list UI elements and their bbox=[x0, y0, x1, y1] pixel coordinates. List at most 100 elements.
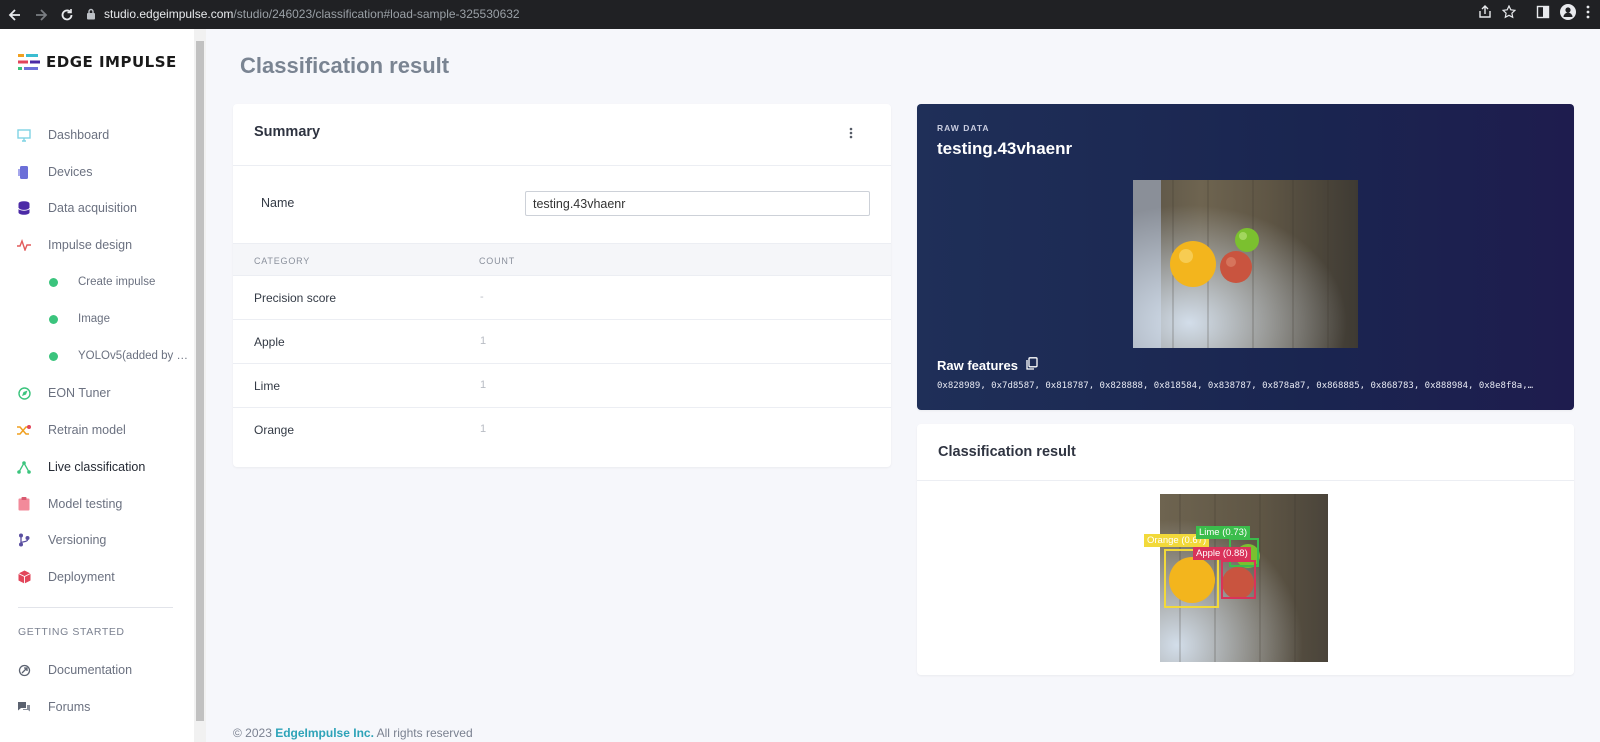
kebab-menu-icon[interactable] bbox=[849, 126, 859, 140]
shuffle-icon bbox=[17, 423, 31, 437]
side-panel-icon[interactable] bbox=[1536, 5, 1550, 24]
table-row: Orange 1 bbox=[233, 408, 891, 452]
sidebar-item-impulse-design[interactable]: Impulse design bbox=[0, 229, 194, 261]
profile-icon[interactable] bbox=[1560, 4, 1576, 25]
lock-icon bbox=[86, 8, 96, 20]
bookmark-star-icon[interactable] bbox=[1501, 4, 1517, 24]
column-header-count: COUNT bbox=[479, 256, 515, 266]
sidebar-item-create-impulse[interactable]: Create impulse bbox=[0, 266, 194, 298]
branch-icon bbox=[17, 533, 31, 547]
forum-icon bbox=[17, 700, 31, 714]
compass-icon bbox=[17, 386, 31, 400]
sidebar-item-label: Versioning bbox=[48, 533, 107, 547]
raw-features-heading: Raw features bbox=[937, 357, 1038, 373]
more-menu-icon[interactable] bbox=[1586, 5, 1590, 24]
sidebar-item-label: Live classification bbox=[48, 460, 146, 474]
share-icon[interactable] bbox=[1478, 5, 1492, 24]
sidebar-item-documentation[interactable]: Documentation bbox=[0, 654, 194, 686]
getting-started-heading: GETTING STARTED bbox=[18, 626, 125, 638]
page-title: Classification result bbox=[240, 53, 450, 78]
raw-sample-image bbox=[1133, 180, 1358, 348]
sidebar-item-live-classification[interactable]: Live classification bbox=[0, 451, 194, 483]
sidebar-item-label: Devices bbox=[48, 165, 93, 179]
sidebar-item-data-acquisition[interactable]: Data acquisition bbox=[0, 192, 194, 224]
card-divider bbox=[917, 480, 1574, 481]
name-label: Name bbox=[261, 196, 295, 210]
reload-icon[interactable] bbox=[56, 4, 78, 26]
row-count: 1 bbox=[480, 423, 487, 435]
logo-mark-icon bbox=[18, 54, 40, 70]
chip-icon bbox=[17, 165, 31, 179]
row-count: - bbox=[480, 291, 484, 303]
sidebar-item-label: Dashboard bbox=[48, 128, 110, 142]
box-icon bbox=[17, 570, 31, 584]
row-category: Precision score bbox=[254, 291, 337, 305]
clipboard-icon bbox=[17, 497, 31, 511]
sidebar-item-label: EON Tuner bbox=[48, 386, 111, 400]
sidebar-item-model-testing[interactable]: Model testing bbox=[0, 488, 194, 520]
sidebar-item-image[interactable]: Image bbox=[0, 303, 194, 335]
docs-icon bbox=[17, 663, 31, 677]
raw-features-label: Raw features bbox=[937, 357, 1018, 373]
edge-impulse-logo[interactable]: EDGE IMPULSE bbox=[18, 53, 177, 71]
table-row: Precision score - bbox=[233, 276, 891, 320]
table-row: Apple 1 bbox=[233, 320, 891, 364]
sidebar-scrollbar[interactable] bbox=[194, 29, 206, 742]
footer: © 2023 EdgeImpulse Inc. All rights reser… bbox=[233, 726, 473, 740]
database-icon bbox=[17, 201, 31, 215]
sample-name-input[interactable] bbox=[525, 191, 870, 216]
table-header: CATEGORY COUNT bbox=[233, 243, 891, 276]
footer-copyright: © 2023 bbox=[233, 726, 272, 740]
row-category: Lime bbox=[254, 379, 281, 393]
sidebar-item-label: Retrain model bbox=[48, 423, 126, 437]
address-bar[interactable]: studio.edgeimpulse.com/studio/246023/cla… bbox=[86, 3, 1506, 25]
sidebar-item-retrain-model[interactable]: Retrain model bbox=[0, 414, 194, 446]
sidebar-item-label: Data acquisition bbox=[48, 201, 137, 215]
classification-result-image: Orange (0.67) Lime (0.73) Apple (0.88) bbox=[1144, 494, 1328, 662]
url-host: studio.edgeimpulse.com bbox=[104, 7, 234, 21]
sidebar-item-dashboard[interactable]: Dashboard bbox=[0, 119, 194, 151]
status-dot-icon bbox=[49, 314, 58, 324]
sidebar-item-label: YOLOv5(added by S... bbox=[78, 350, 188, 362]
footer-company-link[interactable]: EdgeImpulse Inc. bbox=[275, 726, 374, 740]
sidebar-item-label: Impulse design bbox=[48, 238, 133, 252]
sidebar-item-yolov5[interactable]: YOLOv5(added by S... bbox=[0, 340, 194, 372]
sidebar-item-label: Create impulse bbox=[78, 276, 156, 288]
raw-data-label: RAW DATA bbox=[937, 123, 990, 133]
nodes-icon bbox=[17, 460, 31, 474]
bbox-label-lime: Lime (0.73) bbox=[1196, 526, 1251, 539]
result-photo bbox=[1160, 494, 1328, 662]
row-category: Apple bbox=[254, 335, 285, 349]
column-header-category: CATEGORY bbox=[254, 256, 311, 266]
sidebar-item-forums[interactable]: Forums bbox=[0, 691, 194, 723]
row-count: 1 bbox=[480, 379, 487, 391]
monitor-icon bbox=[17, 128, 31, 142]
classification-result-title: Classification result bbox=[938, 444, 1076, 460]
table-row: Lime 1 bbox=[233, 364, 891, 408]
raw-data-card: RAW DATA testing.43vhaenr Raw features 0… bbox=[917, 104, 1574, 410]
sidebar-item-versioning[interactable]: Versioning bbox=[0, 524, 194, 556]
logo-text: EDGE IMPULSE bbox=[46, 53, 177, 71]
sidebar-item-label: Image bbox=[78, 313, 110, 325]
sidebar-item-devices[interactable]: Devices bbox=[0, 156, 194, 188]
sidebar-item-eon-tuner[interactable]: EON Tuner bbox=[0, 377, 194, 409]
sidebar-divider bbox=[18, 607, 173, 608]
scrollbar-thumb[interactable] bbox=[196, 41, 204, 721]
raw-features-values: 0x828989, 0x7d8587, 0x818787, 0x828888, … bbox=[937, 381, 1534, 391]
back-arrow-icon[interactable] bbox=[4, 4, 26, 26]
sidebar-item-deployment[interactable]: Deployment bbox=[0, 561, 194, 593]
classification-result-card: Classification result Orange (0.67) Lime bbox=[917, 424, 1574, 675]
url-path: /studio/246023/classification#load-sampl… bbox=[233, 7, 520, 21]
sidebar-item-label: Forums bbox=[48, 700, 91, 714]
bbox-label-apple: Apple (0.88) bbox=[1193, 547, 1251, 560]
status-dot-icon bbox=[49, 351, 58, 361]
browser-toolbar: studio.edgeimpulse.com/studio/246023/cla… bbox=[0, 0, 1600, 29]
copy-icon[interactable] bbox=[1026, 357, 1038, 373]
sidebar: EDGE IMPULSE Dashboard Devices Data acqu… bbox=[0, 29, 194, 742]
raw-sample-name: testing.43vhaenr bbox=[937, 139, 1073, 158]
summary-title: Summary bbox=[254, 124, 321, 140]
footer-rights: All rights reserved bbox=[376, 726, 473, 740]
forward-arrow-icon[interactable] bbox=[30, 4, 52, 26]
status-dot-icon bbox=[49, 277, 58, 287]
row-category: Orange bbox=[254, 423, 295, 437]
